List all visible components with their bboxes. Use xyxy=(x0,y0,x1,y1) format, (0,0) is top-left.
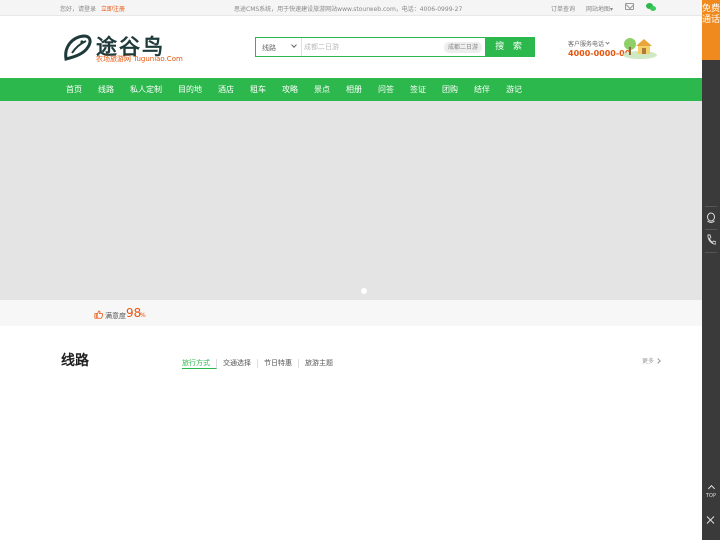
wechat-icon[interactable] xyxy=(646,3,656,12)
hot-search-tag[interactable]: 成都二日游 xyxy=(444,42,483,53)
search-category-value: 线路 xyxy=(262,44,276,52)
thumbs-up-icon xyxy=(94,310,103,319)
search-box: 线路 成都二日游 搜 索 xyxy=(255,37,535,57)
customer-service: 客户服务电话 4000-0000-00 xyxy=(562,36,662,62)
nav-item[interactable]: 私人定制 xyxy=(122,78,170,101)
nav-item[interactable]: 首页 xyxy=(58,78,90,101)
nav-item[interactable]: 景点 xyxy=(306,78,338,101)
satisfaction-unit: % xyxy=(140,312,146,319)
nav-item[interactable]: 结伴 xyxy=(466,78,498,101)
nav-item[interactable]: 租车 xyxy=(242,78,274,101)
mail-icon[interactable] xyxy=(625,3,634,10)
nav-item[interactable]: 线路 xyxy=(90,78,122,101)
main-nav: 首页 线路 私人定制 目的地 酒店 租车 攻略 景点 相册 问答 签证 团购 结伴 游记 xyxy=(0,78,702,101)
route-tab[interactable]: 节日特惠 xyxy=(258,359,299,368)
route-tab[interactable]: 交通选择 xyxy=(217,359,258,368)
nav-item[interactable]: 相册 xyxy=(338,78,370,101)
site-notice: 思途CMS系统，用于快速建设旅游网站www.stourweb.com，电话：40… xyxy=(234,6,463,13)
logo-slogan: 农场旅游网 Tuguniao.Com xyxy=(96,55,183,63)
carousel-dot[interactable] xyxy=(361,288,367,294)
chevron-down-icon xyxy=(291,42,297,48)
nav-item[interactable]: 问答 xyxy=(370,78,402,101)
nav-item[interactable]: 酒店 xyxy=(210,78,242,101)
satisfaction-bar: 满意度 98 % xyxy=(0,300,702,326)
phone-icon[interactable] xyxy=(706,234,716,246)
qq-icon[interactable] xyxy=(706,212,716,224)
house-illustration-icon xyxy=(623,38,657,59)
chevron-up-icon xyxy=(707,484,715,493)
more-label: 更多 xyxy=(642,358,655,365)
chevron-down-icon xyxy=(605,40,610,45)
nav-item[interactable]: 游记 xyxy=(498,78,530,101)
top-label: TOP xyxy=(705,493,716,499)
satisfaction-value: 98 xyxy=(126,306,142,320)
sitemap-link[interactable]: 网站地图▾ xyxy=(586,4,613,13)
back-to-top-button[interactable]: TOP xyxy=(702,484,720,499)
nav-item[interactable]: 团购 xyxy=(434,78,466,101)
search-button[interactable]: 搜 索 xyxy=(485,37,535,57)
register-link[interactable]: 立即注册 xyxy=(101,6,125,13)
route-tab[interactable]: 旅游主题 xyxy=(299,359,339,368)
header: 途谷鸟 农场旅游网 Tuguniao.Com 线路 成都二日游 搜 索 客户服务… xyxy=(0,16,702,78)
nav-item[interactable]: 签证 xyxy=(402,78,434,101)
route-tabs: 旅行方式 交通选择 节日特惠 旅游主题 xyxy=(182,359,339,371)
route-tab[interactable]: 旅行方式 xyxy=(182,359,217,369)
hero-banner[interactable] xyxy=(0,101,702,300)
divider xyxy=(705,252,717,253)
chevron-right-icon xyxy=(655,358,661,364)
order-query-link[interactable]: 订单查询 xyxy=(551,4,575,13)
search-category-select[interactable]: 线路 xyxy=(256,38,302,56)
login-prompt[interactable]: 您好，请登录 立即注册 xyxy=(60,4,125,13)
close-icon[interactable] xyxy=(706,515,716,525)
divider xyxy=(705,229,717,230)
bird-logo-icon xyxy=(64,34,92,61)
satisfaction-label: 满意度 xyxy=(105,312,126,320)
nav-item[interactable]: 攻略 xyxy=(274,78,306,101)
search-input[interactable] xyxy=(304,40,434,54)
login-link[interactable]: 您好，请登录 xyxy=(60,6,96,13)
section-title: 线路 xyxy=(61,353,89,369)
top-bar: 您好，请登录 立即注册 思途CMS系统，用于快速建设旅游网站www.stourwe… xyxy=(0,0,702,16)
service-label: 客户服务电话 xyxy=(568,39,610,48)
divider xyxy=(705,206,717,207)
nav-item[interactable]: 目的地 xyxy=(170,78,210,101)
free-call-button[interactable]: 免费通话 xyxy=(702,0,720,60)
site-logo[interactable]: 途谷鸟 农场旅游网 Tuguniao.Com xyxy=(62,31,192,65)
right-float-bar: 免费通话 TOP xyxy=(702,0,720,540)
more-link[interactable]: 更多 xyxy=(642,356,661,365)
service-phone: 4000-0000-00 xyxy=(568,49,631,58)
